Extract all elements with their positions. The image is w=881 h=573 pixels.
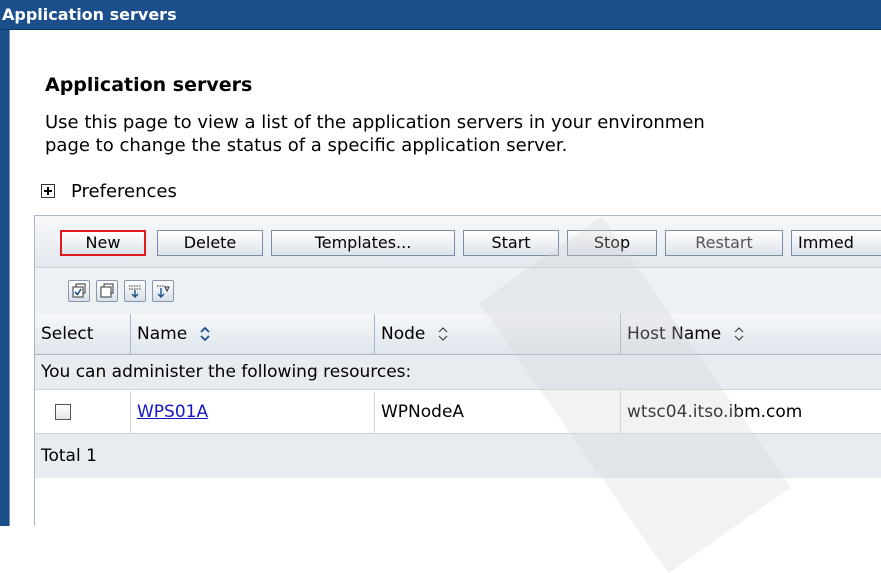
table-header: Select Name Node Host Name bbox=[35, 314, 881, 355]
total-row: Total 1 bbox=[35, 434, 881, 478]
column-header-host-name[interactable]: Host Name bbox=[621, 314, 881, 354]
column-node-label[interactable]: Node bbox=[381, 324, 425, 344]
delete-button[interactable]: Delete bbox=[157, 230, 263, 256]
server-name-link[interactable]: WPS01A bbox=[137, 402, 208, 422]
preferences-label[interactable]: Preferences bbox=[71, 181, 177, 202]
host-name-cell: wtsc04.itso.ibm.com bbox=[627, 402, 803, 422]
start-button[interactable]: Start bbox=[463, 230, 559, 256]
window-title-bar: Application servers bbox=[0, 0, 881, 30]
table-row: WPS01A WPNodeA wtsc04.itso.ibm.com bbox=[35, 391, 881, 434]
deselect-all-icon[interactable] bbox=[96, 280, 118, 302]
name-cell: WPS01A bbox=[131, 391, 375, 433]
total-count: Total 1 bbox=[41, 446, 97, 466]
table-icon-toolbar bbox=[35, 267, 881, 315]
frame-divider bbox=[9, 30, 10, 526]
column-name-label[interactable]: Name bbox=[137, 324, 187, 344]
page-title: Application servers bbox=[45, 74, 253, 96]
select-all-icon[interactable] bbox=[68, 280, 90, 302]
resources-info-row: You can administer the following resourc… bbox=[35, 355, 881, 390]
collection-table: New Delete Templates... Start Stop Resta… bbox=[34, 215, 881, 526]
column-select-label: Select bbox=[41, 324, 94, 344]
expand-icon[interactable] bbox=[41, 184, 55, 198]
frame-left-border bbox=[0, 30, 9, 526]
new-button[interactable]: New bbox=[60, 230, 146, 256]
column-header-select: Select bbox=[35, 314, 131, 354]
column-header-node[interactable]: Node bbox=[375, 314, 621, 354]
button-toolbar: New Delete Templates... Start Stop Resta… bbox=[35, 216, 881, 267]
node-cell: WPNodeA bbox=[375, 391, 621, 433]
row-select-checkbox[interactable] bbox=[55, 404, 71, 420]
column-header-name[interactable]: Name bbox=[131, 314, 375, 354]
sort-icon[interactable] bbox=[733, 326, 745, 342]
restart-button[interactable]: Restart bbox=[665, 230, 783, 256]
description-line-2: page to change the status of a specific … bbox=[45, 135, 568, 156]
show-filter-icon[interactable] bbox=[124, 280, 146, 302]
stop-button[interactable]: Stop bbox=[567, 230, 657, 256]
description-line-1: Use this page to view a list of the appl… bbox=[45, 112, 705, 133]
immediate-stop-button[interactable]: Immed bbox=[791, 230, 881, 256]
clear-filter-icon[interactable] bbox=[152, 280, 174, 302]
templates-button[interactable]: Templates... bbox=[271, 230, 455, 256]
select-cell bbox=[35, 391, 131, 433]
page-description: Use this page to view a list of the appl… bbox=[45, 111, 881, 171]
window-title: Application servers bbox=[2, 5, 177, 24]
sort-icon[interactable] bbox=[199, 326, 211, 342]
column-host-label[interactable]: Host Name bbox=[627, 324, 721, 344]
sort-icon[interactable] bbox=[437, 326, 449, 342]
resources-info-text: You can administer the following resourc… bbox=[41, 362, 412, 382]
